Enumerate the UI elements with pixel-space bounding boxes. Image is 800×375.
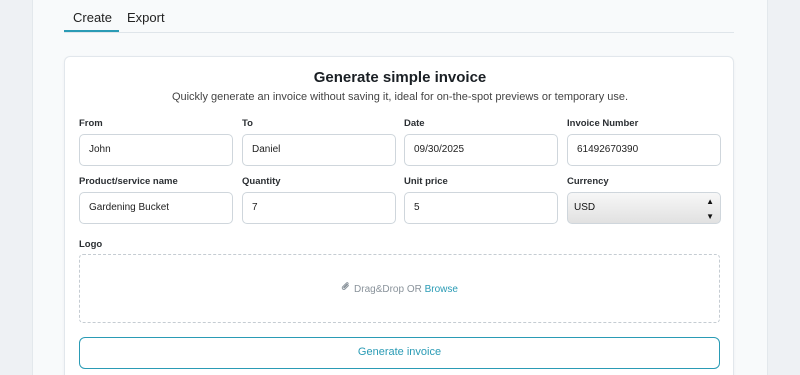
generate-invoice-button[interactable]: Generate invoice	[79, 337, 720, 369]
currency-select[interactable]: USD ▲ ▼	[567, 192, 721, 224]
date-field[interactable]: 09/30/2025	[404, 134, 558, 166]
logo-label: Logo	[79, 239, 103, 250]
invoice-number-label: Invoice Number	[567, 118, 639, 129]
product-field[interactable]: Gardening Bucket	[79, 192, 233, 224]
paperclip-icon	[341, 255, 351, 324]
from-field[interactable]: John	[79, 134, 233, 166]
to-field[interactable]: Daniel	[242, 134, 396, 166]
from-label: From	[79, 118, 103, 129]
unit-price-label: Unit price	[404, 176, 448, 187]
active-tab-indicator	[64, 30, 119, 32]
tab-create[interactable]: Create	[73, 10, 112, 25]
select-arrows-icon: ▲ ▼	[706, 197, 714, 221]
tab-bar: Create Export	[64, 0, 734, 33]
browse-link[interactable]: Browse	[425, 284, 458, 295]
tab-export[interactable]: Export	[127, 10, 165, 25]
currency-value: USD	[574, 202, 596, 213]
to-label: To	[242, 118, 253, 129]
unit-price-field[interactable]: 5	[404, 192, 558, 224]
quantity-label: Quantity	[242, 176, 281, 187]
quantity-field[interactable]: 7	[242, 192, 396, 224]
form-subtitle: Quickly generate an invoice without savi…	[171, 91, 629, 103]
invoice-number-field[interactable]: 61492670390	[567, 134, 721, 166]
currency-label: Currency	[567, 176, 609, 187]
invoice-form-card: Generate simple invoice Quickly generate…	[64, 56, 734, 375]
logo-dropzone[interactable]: Drag&Drop OR Browse	[79, 254, 720, 323]
form-title: Generate simple invoice	[313, 69, 487, 86]
dropzone-text: Drag&Drop OR	[354, 284, 425, 296]
product-label: Product/service name	[79, 176, 178, 187]
date-label: Date	[404, 118, 425, 129]
